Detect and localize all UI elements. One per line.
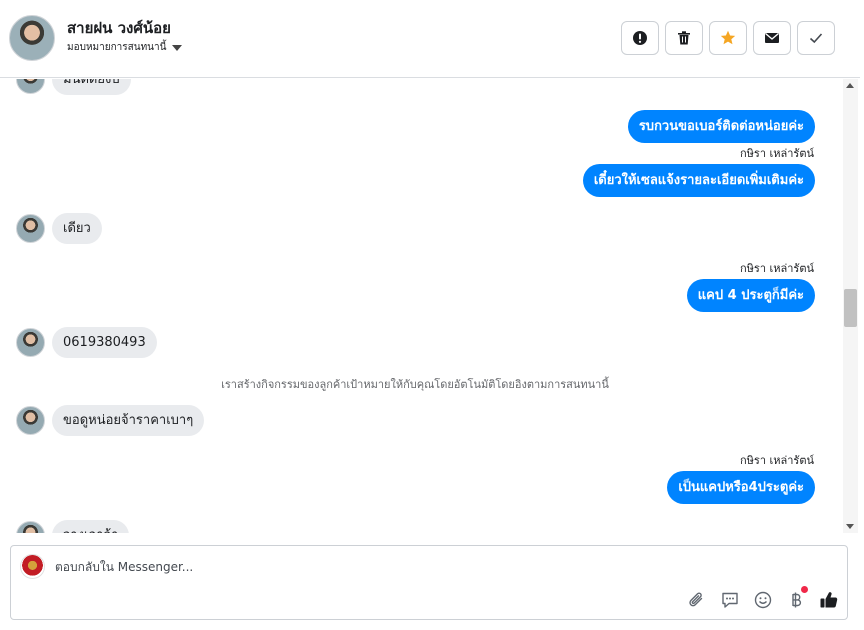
- check-icon: [809, 33, 823, 44]
- done-button[interactable]: [797, 21, 835, 55]
- scroll-down-arrow-icon[interactable]: [846, 524, 854, 529]
- saved-replies-button[interactable]: [719, 589, 740, 610]
- emoji-button[interactable]: [752, 589, 773, 610]
- contact-avatar-small: [16, 214, 45, 243]
- reply-input[interactable]: [55, 560, 695, 574]
- spam-button[interactable]: [621, 21, 659, 55]
- incoming-message: เดียว: [52, 213, 102, 244]
- outgoing-message: เดี๋ยวให้เซลแจ้งรายละเอียดเพิ่มเติมค่ะ: [582, 164, 815, 197]
- paperclip-icon: [688, 592, 702, 606]
- assign-label: มอบหมายการสนทนานี้: [67, 42, 167, 53]
- composer-tools: [686, 586, 839, 610]
- contact-avatar-small: [16, 328, 45, 357]
- outgoing-message: แคป 4 ประตูก็มีค่ะ: [686, 279, 815, 312]
- payment-button[interactable]: [785, 586, 808, 610]
- reply-composer: [10, 545, 848, 620]
- incoming-message: 0619380493: [52, 327, 157, 358]
- mark-unread-button[interactable]: [753, 21, 791, 55]
- contact-avatar-small: [16, 521, 45, 533]
- assign-conversation-dropdown[interactable]: มอบหมายการสนทนานี้: [67, 40, 183, 55]
- caret-down-icon: [172, 44, 183, 51]
- envelope-icon: [765, 32, 779, 43]
- messenger-conversation-panel: สายฝน วงศ์น้อย มอบหมายการสนทนานี้ มันติด…: [0, 0, 864, 630]
- sender-name: กษิรา เหล่ารัตน์: [740, 454, 814, 467]
- thumbs-up-icon: [820, 591, 837, 607]
- outgoing-message: รบกวนขอเบอร์ติดต่อหน่อยค่ะ: [627, 110, 815, 143]
- like-button[interactable]: [818, 589, 839, 610]
- sender-name: กษิรา เหล่ารัตน์: [740, 262, 814, 275]
- alert-icon: [633, 31, 647, 45]
- system-note: เราสร้างกิจกรรมของลูกค้าเป้าหมายให้กับคุ…: [221, 378, 609, 391]
- star-button[interactable]: [709, 21, 747, 55]
- scroll-thumb[interactable]: [844, 289, 857, 327]
- contact-name[interactable]: สายฝน วงศ์น้อย: [67, 16, 171, 40]
- scroll-up-arrow-icon[interactable]: [846, 83, 854, 88]
- incoming-message: ขอดูหน่อยจ้าราคาเบาๆ: [52, 405, 205, 436]
- outgoing-message: เป็นแคปหรือ4ประตูค่ะ: [667, 471, 815, 504]
- delete-button[interactable]: [665, 21, 703, 55]
- attach-button[interactable]: [686, 589, 707, 610]
- message-scrollbar[interactable]: [843, 79, 858, 533]
- incoming-message: มันติดยังป: [52, 79, 131, 95]
- notification-dot: [801, 586, 808, 593]
- star-icon: [720, 30, 736, 45]
- sender-name: กษิรา เหล่ารัตน์: [740, 147, 814, 160]
- speech-bubble-icon: [721, 592, 738, 608]
- header-actions: [621, 21, 835, 55]
- page-avatar: [20, 554, 45, 579]
- contact-avatar[interactable]: [9, 15, 55, 61]
- conversation-header: สายฝน วงศ์น้อย มอบหมายการสนทนานี้: [0, 0, 860, 78]
- message-list[interactable]: มันติดยังป รบกวนขอเบอร์ติดต่อหน่อยค่ะ กษ…: [0, 79, 842, 533]
- smiley-icon: [754, 591, 771, 608]
- trash-icon: [678, 31, 690, 45]
- contact-avatar-small: [16, 406, 45, 435]
- incoming-message: วางเอาจ้า: [52, 520, 130, 533]
- contact-avatar-small: [16, 79, 45, 94]
